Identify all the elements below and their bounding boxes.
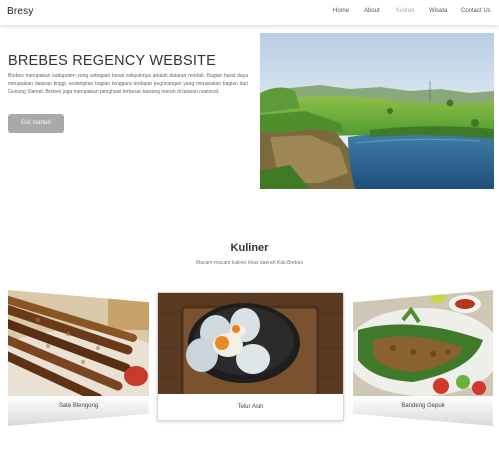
- nav-home[interactable]: Home: [333, 8, 349, 14]
- telur-asin-image: [158, 293, 343, 403]
- hero-landscape-image: [260, 33, 494, 189]
- card-caption-band: [8, 396, 149, 426]
- card-telur-asin[interactable]: Telur Asin: [157, 292, 344, 421]
- nav-about[interactable]: About: [364, 8, 380, 14]
- card-caption-telur-asin: Telur Asin: [237, 404, 264, 410]
- bandeng-gepuk-image: [353, 290, 493, 396]
- card-sate-blengong[interactable]: Sate Blengong: [8, 290, 149, 426]
- hero-description: Brebes merupakan kabupaten yang sebagian…: [8, 73, 248, 96]
- hero-title: BREBES REGENCY WEBSITE: [8, 53, 216, 69]
- kuliner-title: Kuliner: [230, 242, 269, 254]
- brand-logo[interactable]: Bresy: [7, 6, 34, 17]
- nav-kuliner[interactable]: Kuliner: [396, 8, 415, 14]
- card-caption-band: [353, 396, 493, 426]
- sate-blengong-image: [8, 290, 149, 410]
- nav-contact-us[interactable]: Contact Us: [461, 8, 491, 14]
- nav-wisata[interactable]: Wisata: [429, 8, 447, 14]
- kuliner-subtitle: Macam-macam kuliner khas daerah Kab.Breb…: [196, 260, 303, 266]
- card-caption-bandeng-gepuk: Bandeng Gepuk: [401, 403, 445, 409]
- card-caption-sate-blengong: Sate Blengong: [58, 403, 99, 409]
- get-started-button[interactable]: Get started: [8, 114, 64, 133]
- card-bandeng-gepuk[interactable]: Bandeng Gepuk: [353, 290, 493, 426]
- navbar: Bresy Home About Kuliner Wisata Contact …: [0, 0, 499, 25]
